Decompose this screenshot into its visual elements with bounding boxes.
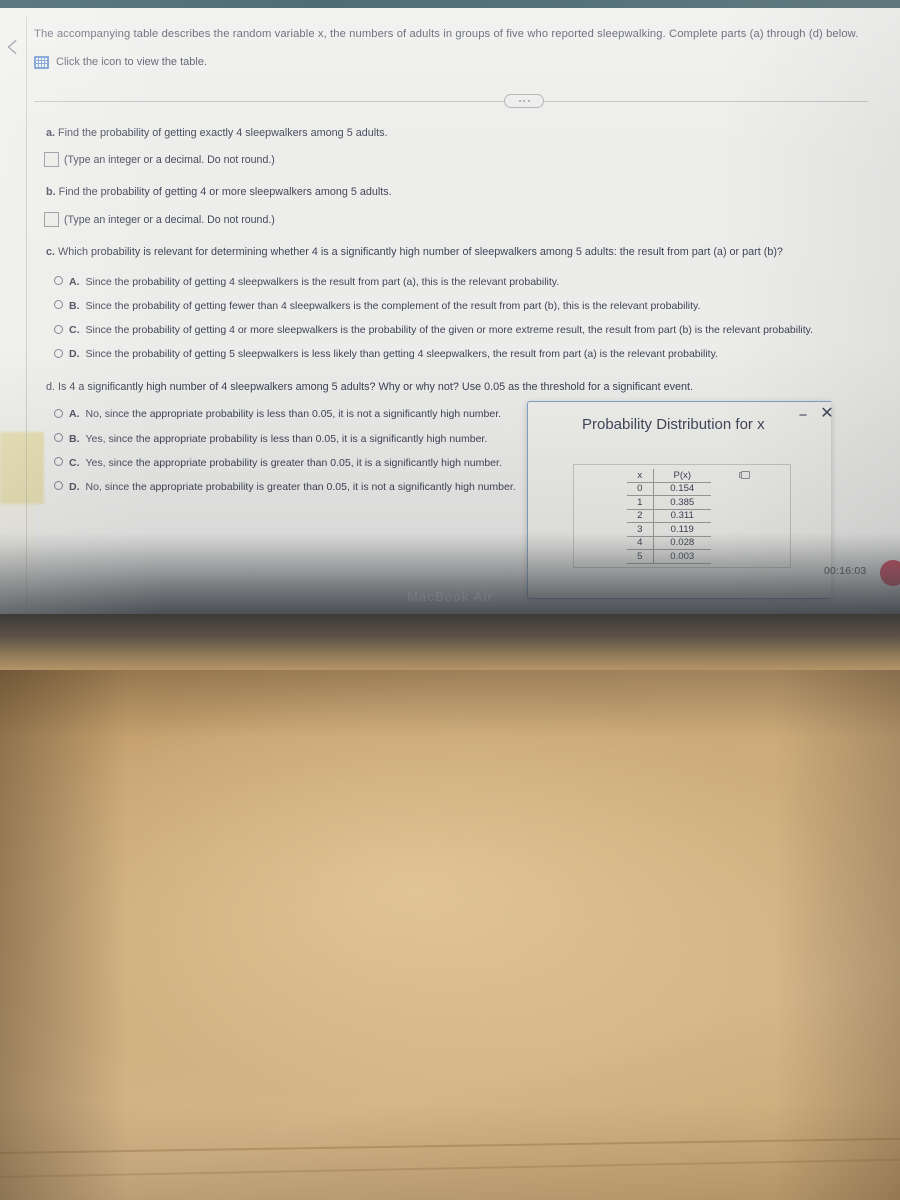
part-d-question: d. Is 4 a significantly high number of 4… [46,381,884,393]
radio-icon[interactable] [54,433,63,443]
part-a-answer-row: (Type an integer or a decimal. Do not ro… [44,152,884,168]
screen-bottom-shadow [0,532,900,620]
cell-x: 2 [627,508,654,523]
table-grid-icon [34,55,49,69]
choice-text: Yes, since the appropriate probability i… [85,456,502,469]
section-divider [34,93,884,108]
divider-line [34,100,868,102]
table-row: 2 0.311 [627,508,711,523]
choice-text: Since the probability of getting 4 sleep… [85,275,560,288]
radio-icon[interactable] [54,324,63,334]
laptop-screen: The accompanying table describes the ran… [0,8,900,620]
part-b-hint: (Type an integer or a decimal. Do not ro… [64,213,275,226]
col-x: x [627,469,654,483]
cell-x: 1 [627,495,654,509]
part-a-text: Find the probability of getting exactly … [58,126,388,139]
cell-px: 0.311 [653,508,711,523]
popup-title: Probability Distribution for x [582,416,765,433]
back-arrow-icon[interactable] [2,36,24,58]
part-a-question: a. Find the probability of getting exact… [46,126,884,142]
choice-letter: A. [69,275,80,288]
screenshot-root: The accompanying table describes the ran… [0,0,900,1200]
part-b-label: b. [46,186,56,199]
cell-px: 0.154 [653,481,711,496]
choice-text: Since the probability of getting fewer t… [85,299,701,312]
keyboard: ☀F2⧉F3⌕F4⎄F5☾F6⏪F7⏵⏸F8⏩F9⏷F10⏶F11⏶F12#3$… [0,662,900,1200]
cell-px: 0.385 [653,495,711,509]
part-d-label: d. [46,381,56,394]
macbook-wordmark: MacBook Air [406,589,494,604]
part-a-label: a. [46,126,56,139]
choice-letter: A. [69,408,80,421]
radio-icon[interactable] [54,457,63,467]
choice-letter: D. [69,480,80,493]
part-c-label: c. [46,246,56,259]
page-gutter-line [26,16,27,616]
choice-letter: D. [69,348,80,361]
part-c-choices: A. Since the probability of getting 4 sl… [54,275,884,362]
more-options-button[interactable] [504,93,544,108]
choice-letter: C. [69,324,80,337]
part-c-choice-c[interactable]: C. Since the probability of getting 4 or… [54,323,884,337]
cell-x: 0 [627,481,654,496]
part-a-input[interactable] [44,152,59,168]
part-b-text: Find the probability of getting 4 or mor… [58,186,392,199]
part-a-hint: (Type an integer or a decimal. Do not ro… [64,153,275,166]
choice-text: Since the probability of getting 4 or mo… [85,324,814,337]
radio-icon[interactable] [54,408,63,418]
minimize-icon[interactable]: − [796,408,810,423]
problem-prompt: The accompanying table describes the ran… [34,28,859,40]
copy-icon[interactable] [739,472,748,480]
radio-icon[interactable] [54,348,63,358]
col-px: P(x) [653,469,711,483]
part-b-answer-row: (Type an integer or a decimal. Do not ro… [44,212,884,228]
part-c-text: Which probability is relevant for determ… [58,246,783,259]
part-c-choice-b[interactable]: B. Since the probability of getting fewe… [54,299,884,313]
table-row: 1 0.385 [627,495,711,509]
choice-letter: C. [69,456,80,469]
part-c-question: c. Which probability is relevant for det… [46,245,884,261]
radio-icon[interactable] [54,481,63,491]
close-icon[interactable]: ✕ [819,406,835,422]
part-c-choice-a[interactable]: A. Since the probability of getting 4 sl… [54,275,884,289]
choice-text: Since the probability of getting 5 sleep… [85,348,718,361]
choice-letter: B. [69,432,80,445]
choice-letter: B. [69,299,80,312]
part-c-choice-d[interactable]: D. Since the probability of getting 5 sl… [54,347,884,361]
view-table-link[interactable]: Click the icon to view the table. [34,55,884,69]
view-table-label: Click the icon to view the table. [56,56,208,69]
choice-text: No, since the appropriate probability is… [85,480,516,493]
part-d-text: Is 4 a significantly high number of 4 sl… [58,381,693,394]
part-b-input[interactable] [44,212,59,228]
part-b-question: b. Find the probability of getting 4 or … [46,185,884,201]
table-header-row: x P(x) [627,469,711,483]
radio-icon[interactable] [54,300,63,310]
choice-text: Yes, since the appropriate probability i… [85,432,488,445]
table-row: 0 0.154 [627,481,711,496]
choice-text: No, since the appropriate probability is… [85,408,502,421]
radio-icon[interactable] [54,276,63,286]
